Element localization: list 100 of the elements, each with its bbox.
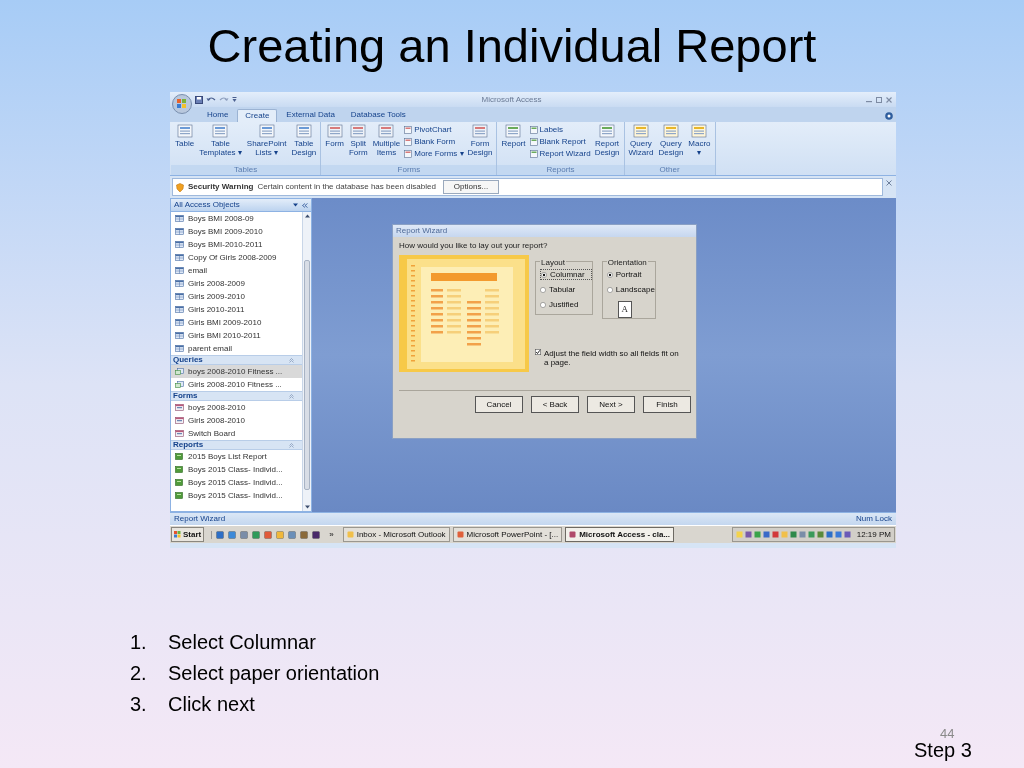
document-icon <box>258 124 275 138</box>
page-orientation-icon: A <box>617 301 632 318</box>
ribbon-button[interactable]: Table Templates ▾ <box>198 124 243 157</box>
form-icon <box>175 404 184 411</box>
close-icon <box>886 180 892 186</box>
document-icon <box>662 124 679 138</box>
ribbon-group-label: Other <box>624 165 715 175</box>
ribbon-button[interactable]: Form <box>324 124 345 148</box>
navigation-item[interactable]: 2015 Boys List Report <box>171 450 302 463</box>
document-icon <box>295 124 312 138</box>
help-icon <box>885 112 893 120</box>
navigation-item[interactable]: Copy Of Girls 2008-2009 <box>171 251 302 264</box>
table-icon <box>175 306 184 313</box>
radio-option[interactable]: Tabular <box>540 284 592 295</box>
dialog-question: How would you like to lay out your report? <box>398 240 549 252</box>
taskbar-button[interactable]: Microsoft PowerPoint - [... <box>452 527 563 542</box>
table-icon <box>175 241 184 248</box>
app-icon <box>346 531 354 538</box>
report-icon <box>175 466 184 473</box>
ribbon-small-button[interactable]: Blank Form <box>404 136 464 147</box>
ribbon-button[interactable]: Report Design <box>593 124 621 157</box>
security-warning-label: Security Warning <box>188 181 254 193</box>
wizard-button[interactable]: < Back <box>531 396 579 413</box>
ribbon-small-button[interactable]: Report Wizard <box>529 148 591 159</box>
app-icon <box>456 531 464 538</box>
redo-icon <box>219 95 229 104</box>
navigation-item[interactable]: boys 2008-2010 <box>171 401 302 414</box>
ribbon-small-button[interactable]: Blank Report <box>529 136 591 147</box>
ribbon-tab[interactable]: Database Tools <box>343 109 413 122</box>
collapse-icon <box>302 202 308 208</box>
navigation-item[interactable]: Girls BMI 2010-2011 <box>171 329 302 342</box>
query-icon <box>175 368 184 375</box>
ribbon-button[interactable]: Query Design <box>657 124 685 157</box>
shield-icon <box>176 182 184 192</box>
step-text: Select Columnar <box>168 629 316 655</box>
group-label: Layout <box>540 257 567 269</box>
radio-option[interactable]: Justified <box>540 299 592 310</box>
collapse-up-icon <box>289 442 294 448</box>
document-icon <box>326 124 343 138</box>
ribbon-button[interactable]: Report <box>500 124 527 148</box>
table-icon <box>175 228 184 235</box>
ribbon-button[interactable]: Table Design <box>290 124 318 157</box>
navigation-item[interactable]: Boys BMI 2009-2010 <box>171 225 302 238</box>
navigation-item[interactable]: Boys BMI 2008-09 <box>171 212 302 225</box>
navigation-item[interactable]: email <box>171 264 302 277</box>
options-button[interactable]: Options... <box>442 180 500 194</box>
document-icon <box>472 124 489 138</box>
fit-checkbox-option[interactable]: Adjust the field width so all fields fit on a page. <box>535 349 685 367</box>
security-message: Certain content in the database has been disabled <box>257 181 436 193</box>
ribbon-tab[interactable]: Create <box>237 109 278 122</box>
maximize-icon <box>876 96 882 103</box>
radio-option[interactable]: Portrait <box>606 269 655 280</box>
navigation-item[interactable]: Girls 2010-2011 <box>171 303 302 316</box>
customize-caret-icon <box>232 96 237 103</box>
ribbon-button[interactable]: Query Wizard <box>627 124 655 157</box>
form-icon <box>175 430 184 437</box>
navigation-item[interactable]: Girls 2009-2010 <box>171 290 302 303</box>
ribbon-button[interactable]: Multiple Items <box>371 124 402 157</box>
ribbon-button[interactable]: Macro ▾ <box>687 124 712 157</box>
navigation-item[interactable]: Boys 2015 Class- Individ... <box>171 489 302 502</box>
start-button[interactable]: Start <box>171 527 205 542</box>
ribbon-tab[interactable]: Home <box>200 109 236 122</box>
radio-option[interactable]: Landscape <box>606 284 655 295</box>
ribbon-button[interactable]: SharePoint Lists ▾ <box>245 124 288 157</box>
navigation-item[interactable]: Boys BMI-2010-2011 <box>171 238 302 251</box>
scroll-thumb[interactable] <box>304 260 310 490</box>
navigation-item[interactable]: Girls 2008-2010 Fitness ... <box>171 378 302 391</box>
navigation-item[interactable]: Girls 2008-2010 <box>171 414 302 427</box>
ribbon-small-button[interactable]: More Forms ▾ <box>404 148 464 159</box>
navigation-item[interactable]: parent email <box>171 342 302 355</box>
document-icon <box>404 125 413 134</box>
wizard-button[interactable]: Cancel <box>475 396 523 413</box>
ribbon-tab[interactable]: External Data <box>279 109 342 122</box>
ribbon-group-label: Tables <box>171 165 321 175</box>
scrollbar[interactable] <box>302 212 311 511</box>
ribbon-button[interactable]: Split Form <box>348 124 369 157</box>
document-icon <box>212 124 229 138</box>
report-icon <box>175 479 184 486</box>
navigation-item[interactable]: boys 2008-2010 Fitness ... <box>171 365 302 378</box>
table-icon <box>175 280 184 287</box>
caret-icon <box>293 203 298 207</box>
radio-option[interactable]: Columnar <box>540 269 592 280</box>
taskbar-button[interactable]: Microsoft Access - cla... <box>565 527 675 542</box>
ribbon-button[interactable]: Form Design <box>466 124 494 157</box>
taskbar-button[interactable]: Inbox - Microsoft Outlook <box>342 527 450 542</box>
window-title: Microsoft Access <box>480 93 543 106</box>
navigation-item[interactable]: Girls 2008-2009 <box>171 277 302 290</box>
overflow-button[interactable]: » <box>329 528 334 541</box>
form-icon <box>175 417 184 424</box>
navigation-item[interactable]: Switch Board <box>171 427 302 440</box>
navigation-item[interactable]: Boys 2015 Class- Individ... <box>171 463 302 476</box>
clock: 12:19 PM <box>856 528 891 541</box>
navigation-item[interactable]: Boys 2015 Class- Individ... <box>171 476 302 489</box>
navigation-item[interactable]: Girls BMI 2009-2010 <box>171 316 302 329</box>
save-icon <box>195 95 203 104</box>
ribbon-small-button[interactable]: PivotChart <box>404 124 464 135</box>
ribbon-small-button[interactable]: Labels <box>529 124 591 135</box>
wizard-button[interactable]: Next > <box>587 396 635 413</box>
wizard-button[interactable]: Finish <box>643 396 691 413</box>
ribbon-button[interactable]: Table <box>174 124 196 148</box>
